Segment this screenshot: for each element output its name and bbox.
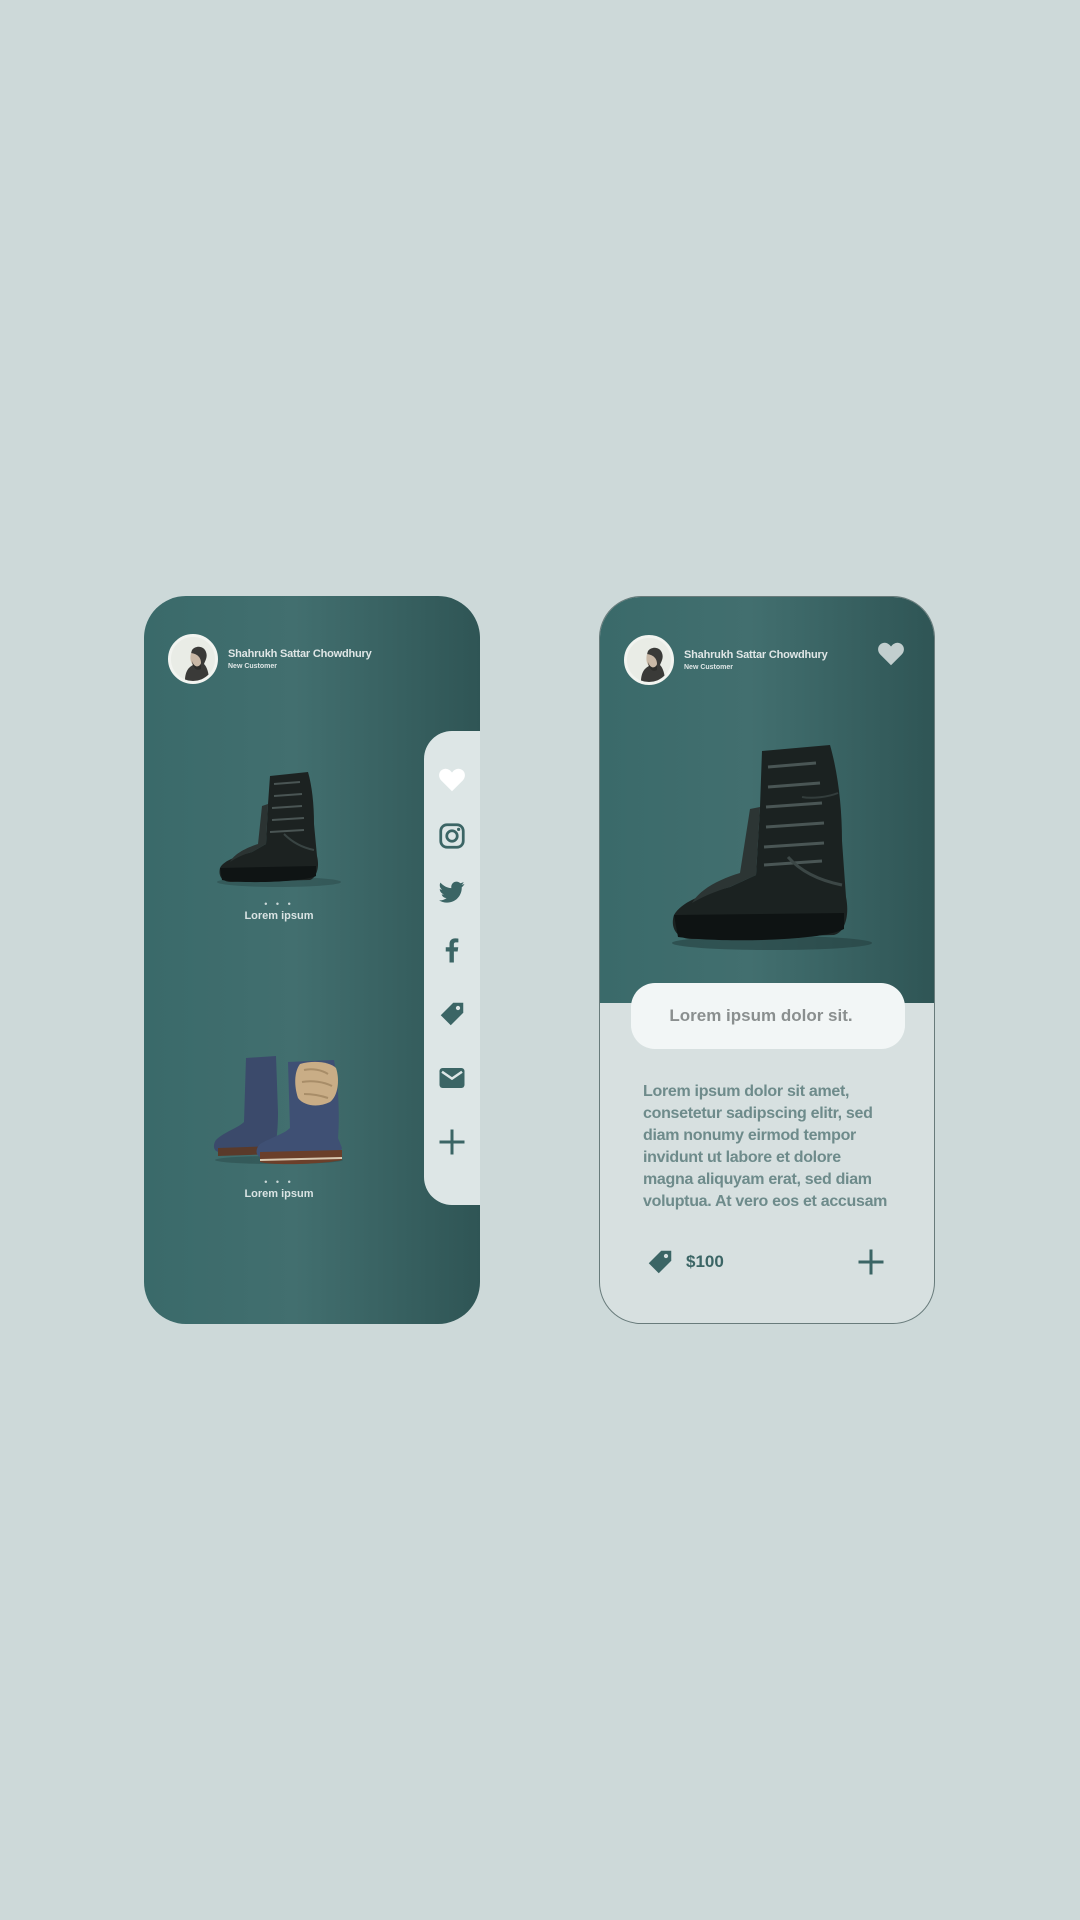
profile-name: Shahrukh Sattar Chowdhury bbox=[228, 648, 372, 660]
profile-name: Shahrukh Sattar Chowdhury bbox=[684, 649, 828, 661]
product-label: Lorem ipsum bbox=[244, 1188, 314, 1200]
description-line: consetetur sadipscing elitr, sed bbox=[643, 1105, 873, 1122]
carousel-dots[interactable]: • • • bbox=[204, 899, 354, 909]
tag-icon[interactable] bbox=[437, 999, 467, 1029]
carousel-dots[interactable]: • • • bbox=[204, 1177, 354, 1187]
facebook-icon[interactable] bbox=[437, 935, 467, 965]
profile-subtitle: New Customer bbox=[228, 663, 278, 670]
social-sidebar bbox=[424, 731, 480, 1205]
avatar bbox=[624, 635, 674, 685]
black-boot-image bbox=[217, 772, 341, 887]
mail-icon[interactable] bbox=[437, 1063, 467, 1093]
product-description: Lorem ipsum dolor sit amet, consetetur s… bbox=[643, 1081, 895, 1213]
instagram-icon[interactable] bbox=[437, 821, 467, 851]
add-to-cart-plus-icon[interactable] bbox=[856, 1247, 886, 1277]
description-line: Lorem ipsum dolor sit amet, bbox=[643, 1083, 850, 1100]
tag-icon bbox=[648, 1250, 672, 1274]
description-line: magna aliquyam erat, sed diam bbox=[643, 1171, 872, 1188]
heart-icon[interactable] bbox=[437, 765, 467, 795]
profile-subtitle: New Customer bbox=[684, 664, 734, 671]
description-line: voluptua. At vero eos et accusam bbox=[643, 1193, 888, 1210]
heart-icon[interactable] bbox=[876, 639, 906, 669]
user-profile[interactable]: Shahrukh Sattar Chowdhury New Customer bbox=[168, 634, 372, 684]
user-profile[interactable]: Shahrukh Sattar Chowdhury New Customer bbox=[624, 635, 828, 685]
product-card[interactable]: • • • Lorem ipsum bbox=[204, 1052, 354, 1200]
product-card[interactable]: • • • Lorem ipsum bbox=[204, 764, 354, 922]
description-line: diam nonumy eirmod tempor bbox=[643, 1127, 856, 1144]
black-boot-image bbox=[672, 745, 872, 950]
description-line: invidunt ut labore et dolore bbox=[643, 1149, 841, 1166]
product-title-pill: Lorem ipsum dolor sit. bbox=[631, 983, 905, 1049]
product-label: Lorem ipsum bbox=[244, 910, 314, 922]
product-list-screen: Shahrukh Sattar Chowdhury New Customer •… bbox=[144, 596, 480, 1324]
avatar bbox=[168, 634, 218, 684]
product-title: Lorem ipsum dolor sit. bbox=[669, 1006, 853, 1025]
product-price: $100 bbox=[686, 1252, 724, 1271]
twitter-icon[interactable] bbox=[437, 877, 467, 907]
product-detail-screen: Shahrukh Sattar Chowdhury New Customer L… bbox=[599, 596, 935, 1324]
blue-boots-image bbox=[213, 1056, 343, 1165]
plus-icon[interactable] bbox=[437, 1127, 467, 1157]
